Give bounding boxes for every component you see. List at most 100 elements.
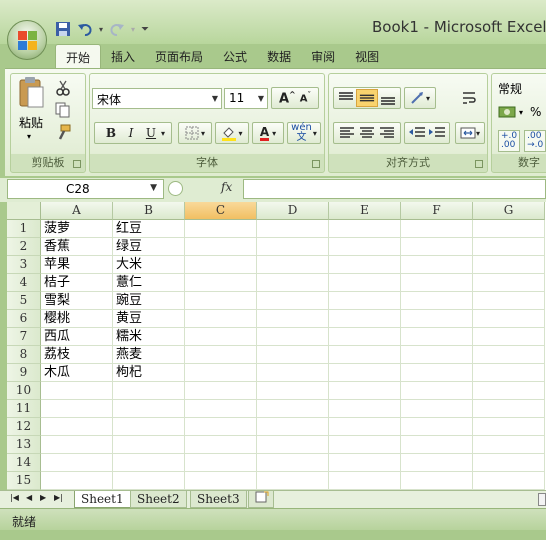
row-header-13[interactable]: 13 — [7, 436, 41, 454]
cell-b13[interactable] — [113, 436, 185, 454]
formula-bar-expand-icon[interactable] — [168, 181, 183, 196]
column-header-b[interactable]: B — [113, 202, 185, 220]
column-header-d[interactable]: D — [257, 202, 329, 220]
cell-a11[interactable] — [41, 400, 113, 418]
cell-g8[interactable] — [473, 346, 545, 364]
cell-f12[interactable] — [401, 418, 473, 436]
font-color-button[interactable]: A ▾ — [252, 122, 284, 144]
decrease-indent-icon[interactable] — [407, 125, 427, 141]
cell-e5[interactable] — [329, 292, 401, 310]
cell-c10[interactable] — [185, 382, 257, 400]
cell-a6[interactable]: 樱桃 — [41, 310, 113, 328]
cell-e12[interactable] — [329, 418, 401, 436]
cell-f13[interactable] — [401, 436, 473, 454]
cell-d13[interactable] — [257, 436, 329, 454]
cell-f11[interactable] — [401, 400, 473, 418]
cell-b7[interactable]: 糯米 — [113, 328, 185, 346]
sheet-tab-2[interactable]: Sheet2 — [130, 491, 187, 508]
cell-f3[interactable] — [401, 256, 473, 274]
cell-c14[interactable] — [185, 454, 257, 472]
row-header-4[interactable]: 4 — [7, 274, 41, 292]
tab-insert[interactable]: 插入 — [101, 44, 145, 68]
tab-page-layout[interactable]: 页面布局 — [145, 44, 213, 68]
cell-d1[interactable] — [257, 220, 329, 238]
align-top-icon[interactable] — [336, 90, 356, 106]
cell-a15[interactable] — [41, 472, 113, 490]
cell-g5[interactable] — [473, 292, 545, 310]
cell-a14[interactable] — [41, 454, 113, 472]
cell-f4[interactable] — [401, 274, 473, 292]
row-header-6[interactable]: 6 — [7, 310, 41, 328]
cell-e10[interactable] — [329, 382, 401, 400]
cell-c2[interactable] — [185, 238, 257, 256]
cell-b10[interactable] — [113, 382, 185, 400]
first-sheet-icon[interactable]: |◀ — [10, 493, 19, 502]
cell-f5[interactable] — [401, 292, 473, 310]
column-header-g[interactable]: G — [473, 202, 545, 220]
cell-b12[interactable] — [113, 418, 185, 436]
tab-formulas[interactable]: 公式 — [213, 44, 257, 68]
cell-b6[interactable]: 黄豆 — [113, 310, 185, 328]
cell-g13[interactable] — [473, 436, 545, 454]
cell-d3[interactable] — [257, 256, 329, 274]
horizontal-scrollbar[interactable] — [538, 493, 546, 506]
wrap-text-button[interactable] — [457, 87, 481, 109]
cell-g4[interactable] — [473, 274, 545, 292]
prev-sheet-icon[interactable]: ◀ — [26, 493, 32, 502]
font-name-combo[interactable]: 宋体 ▼ — [92, 88, 222, 109]
cell-a1[interactable]: 菠萝 — [41, 220, 113, 238]
tab-data[interactable]: 数据 — [257, 44, 301, 68]
cell-a10[interactable] — [41, 382, 113, 400]
cell-e2[interactable] — [329, 238, 401, 256]
cell-b1[interactable]: 红豆 — [113, 220, 185, 238]
cell-g12[interactable] — [473, 418, 545, 436]
column-header-c[interactable]: C — [185, 202, 257, 220]
cell-d12[interactable] — [257, 418, 329, 436]
cell-d2[interactable] — [257, 238, 329, 256]
cell-f6[interactable] — [401, 310, 473, 328]
row-header-9[interactable]: 9 — [7, 364, 41, 382]
customize-qat-icon[interactable]: ⏷ — [141, 24, 149, 35]
grow-shrink-font-button[interactable]: A^ Aˇ — [271, 87, 319, 109]
cell-b9[interactable]: 枸杞 — [113, 364, 185, 382]
name-box-dropdown-icon[interactable]: ▼ — [150, 183, 157, 193]
cell-d10[interactable] — [257, 382, 329, 400]
cell-b3[interactable]: 大米 — [113, 256, 185, 274]
cell-f7[interactable] — [401, 328, 473, 346]
undo-dropdown-icon[interactable]: ▾ — [99, 25, 103, 34]
cell-a3[interactable]: 苹果 — [41, 256, 113, 274]
row-header-15[interactable]: 15 — [7, 472, 41, 490]
cell-g9[interactable] — [473, 364, 545, 382]
last-sheet-icon[interactable]: ▶| — [54, 493, 63, 502]
grow-font-icon[interactable]: A^ — [279, 90, 296, 106]
cell-f8[interactable] — [401, 346, 473, 364]
accounting-format-button[interactable]: ▾ % — [498, 104, 541, 120]
paste-button[interactable]: 粘贴 ▾ — [15, 76, 49, 150]
orientation-button[interactable]: ▾ — [404, 87, 436, 109]
number-format-value[interactable]: 常规 — [498, 80, 522, 97]
cell-a9[interactable]: 木瓜 — [41, 364, 113, 382]
cell-a5[interactable]: 雪梨 — [41, 292, 113, 310]
cell-c11[interactable] — [185, 400, 257, 418]
cell-e4[interactable] — [329, 274, 401, 292]
border-button[interactable]: ▾ — [178, 122, 212, 144]
row-header-8[interactable]: 8 — [7, 346, 41, 364]
cell-g14[interactable] — [473, 454, 545, 472]
underline-dropdown-icon[interactable]: ▾ — [161, 129, 165, 138]
cell-e11[interactable] — [329, 400, 401, 418]
cell-b11[interactable] — [113, 400, 185, 418]
cell-e8[interactable] — [329, 346, 401, 364]
cell-b14[interactable] — [113, 454, 185, 472]
tab-home[interactable]: 开始 — [55, 44, 102, 68]
align-center-icon[interactable] — [357, 125, 377, 141]
row-header-1[interactable]: 1 — [7, 220, 41, 238]
row-header-12[interactable]: 12 — [7, 418, 41, 436]
cell-a2[interactable]: 香蕉 — [41, 238, 113, 256]
copy-icon[interactable] — [55, 102, 71, 118]
cell-c7[interactable] — [185, 328, 257, 346]
cell-f14[interactable] — [401, 454, 473, 472]
cell-g3[interactable] — [473, 256, 545, 274]
align-left-icon[interactable] — [337, 125, 357, 141]
cell-e9[interactable] — [329, 364, 401, 382]
cell-a4[interactable]: 桔子 — [41, 274, 113, 292]
